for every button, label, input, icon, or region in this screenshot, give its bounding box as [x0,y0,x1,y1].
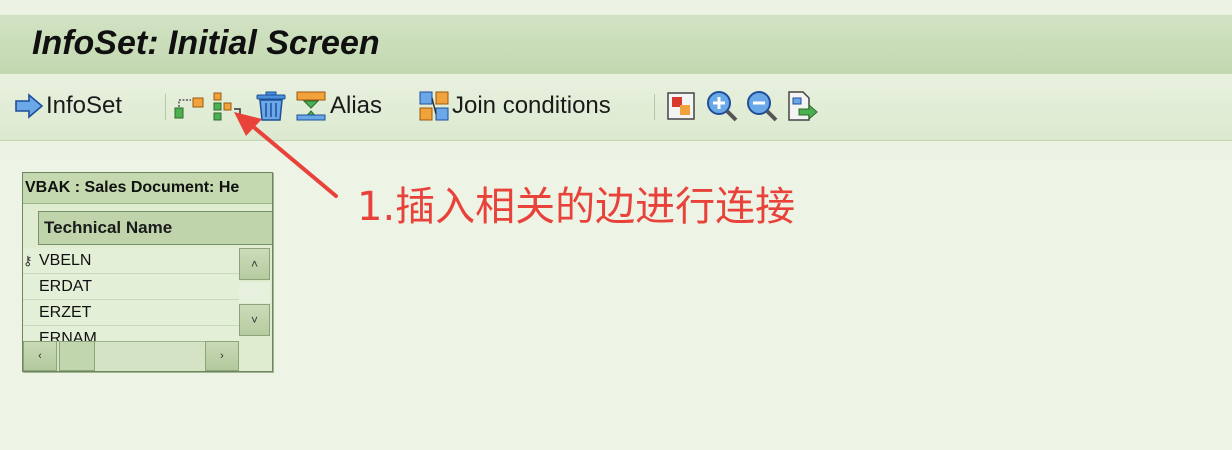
join-conditions-label: Join conditions [452,92,611,119]
insert-table-button[interactable] [173,89,207,123]
title-bar: InfoSet: Initial Screen [0,14,1232,75]
delete-button[interactable] [254,89,288,123]
table-row[interactable]: ⚷ VBELN [23,248,239,274]
zoom-out-icon [747,91,778,122]
delete-icon [256,91,286,121]
export-button[interactable] [785,89,819,123]
field-name: ERNAM [39,330,97,341]
insert-join-icon [213,92,244,122]
scroll-down-button[interactable]: ˅ [239,304,270,336]
infoset-button[interactable]: InfoSet [14,89,122,123]
table-row[interactable]: ERNAM [23,326,239,341]
field-name: ERZET [39,304,92,321]
application-toolbar: InfoSet Alias Join conditions [0,74,1232,141]
insert-join-button[interactable] [212,89,252,123]
field-name: VBELN [39,252,92,269]
insert-table-icon [174,97,204,119]
page-title: InfoSet: Initial Screen [32,24,380,62]
scroll-up-button[interactable]: ˄ [239,248,270,280]
arrow-right-icon [15,93,44,119]
color-button[interactable] [666,89,696,123]
export-icon [788,91,818,121]
alias-label: Alias [330,92,383,119]
table-row[interactable]: ERZET [23,300,239,326]
field-name: ERDAT [39,278,93,295]
infoset-label: InfoSet [46,92,123,119]
zoom-out-button[interactable] [745,89,779,123]
scroll-thumb[interactable] [59,341,95,371]
table-widget[interactable]: VBAK : Sales Document: He Technical Name… [22,172,273,372]
scroll-left-button[interactable]: ‹ [23,341,57,371]
join-conditions-icon [419,91,449,121]
column-header[interactable]: Technical Name [38,211,272,245]
vertical-scroll-track[interactable] [239,282,270,303]
table-widget-title: VBAK : Sales Document: He [23,173,272,204]
annotation-text: 1.插入相关的边进行连接 [357,184,796,230]
scroll-right-button[interactable]: › [205,341,239,371]
alias-icon [296,91,326,121]
table-row[interactable]: ERDAT [23,274,239,300]
key-icon: ⚷ [23,253,33,268]
alias-button[interactable]: Alias [295,89,382,123]
color-icon [667,92,695,120]
toolbar-separator [654,94,655,120]
join-conditions-button[interactable]: Join conditions [418,89,611,123]
field-list: ⚷ VBELN ERDAT ERZET ERNAM [23,248,239,341]
zoom-in-icon [707,91,738,122]
zoom-in-button[interactable] [705,89,739,123]
toolbar-separator [165,94,166,120]
